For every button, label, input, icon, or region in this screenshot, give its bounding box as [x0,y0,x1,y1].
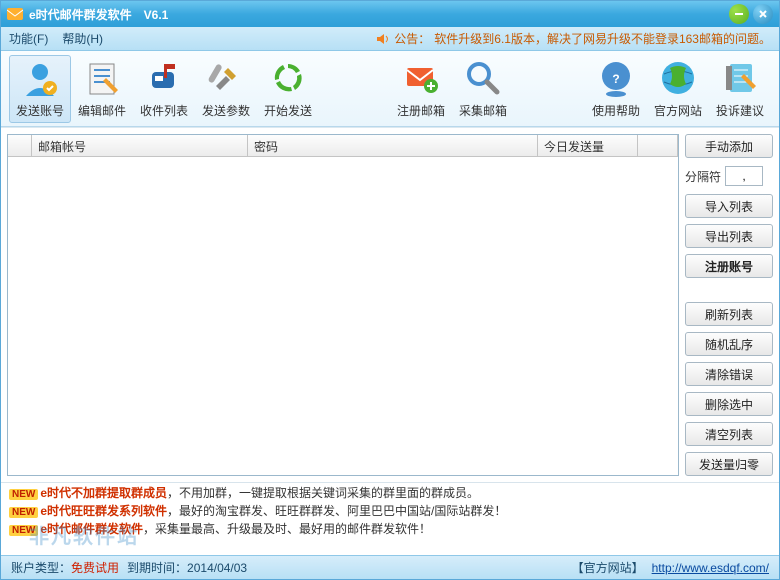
tool-send-params[interactable]: 发送参数 [195,55,257,123]
tool-label: 开始发送 [264,102,312,119]
delimiter-label: 分隔符 [685,168,721,185]
account-table: 邮箱帐号 密码 今日发送量 [7,134,679,476]
tool-label: 注册邮箱 [397,102,445,119]
btn-random-order[interactable]: 随机乱序 [685,332,773,356]
menu-help[interactable]: 帮助(H) [62,30,103,47]
tool-label: 官方网站 [654,102,702,119]
btn-clear-errors[interactable]: 清除错误 [685,362,773,386]
svg-text:?: ? [612,72,619,86]
help-icon: ? [596,58,636,98]
toolbar: 发送账号 编辑邮件 收件列表 发送参数 开始发送 注册邮箱 采集邮箱 ? [1,51,779,127]
close-button[interactable] [753,4,773,24]
titlebar[interactable]: e时代邮件群发软件 V6.1 [1,1,779,27]
tools-icon [206,58,246,98]
col-account[interactable]: 邮箱帐号 [32,135,248,156]
tool-label: 使用帮助 [592,102,640,119]
tool-label: 投诉建议 [716,102,764,119]
promo-area: NEWe时代不加群提取群成员，不用加群，一键提取根据关键词采集的群里面的群成员。… [1,482,779,555]
official-site-link[interactable]: http://www.esdqf.com/ [652,561,769,575]
promo-line1: NEWe时代不加群提取群成员，不用加群，一键提取根据关键词采集的群里面的群成员。 [9,485,771,503]
announce-text: 软件升级到6.1版本，解决了网易升级不能登录163邮箱的问题。 [434,30,771,47]
new-badge: NEW [9,489,38,500]
globe-icon [658,58,698,98]
mail-reg-icon [401,58,441,98]
btn-refresh-list[interactable]: 刷新列表 [685,302,773,326]
table-header: 邮箱帐号 密码 今日发送量 [8,135,678,157]
notebook-icon [720,58,760,98]
tool-label: 发送账号 [16,102,64,119]
col-today-sent[interactable]: 今日发送量 [538,135,638,156]
user-icon [20,58,60,98]
col-password[interactable]: 密码 [248,135,538,156]
search-icon [463,58,503,98]
table-body[interactable] [8,157,678,475]
recycle-icon [268,58,308,98]
delimiter-input[interactable] [725,166,763,186]
minimize-button[interactable] [729,4,749,24]
btn-clear-list[interactable]: 清空列表 [685,422,773,446]
announcement: 公告： 软件升级到6.1版本，解决了网易升级不能登录163邮箱的问题。 [376,30,771,47]
col-blank[interactable] [638,135,678,156]
btn-export-list[interactable]: 导出列表 [685,224,773,248]
menu-function[interactable]: 功能(F) [9,30,48,47]
side-panel: 手动添加 分隔符 导入列表 导出列表 注册账号 刷新列表 随机乱序 清除错误 删… [685,134,773,476]
tool-official-site[interactable]: 官方网站 [647,55,709,123]
app-icon [7,6,23,22]
app-window: e时代邮件群发软件 V6.1 功能(F) 帮助(H) 公告： 软件升级到6.1版… [0,0,780,580]
window-title: e时代邮件群发软件 V6.1 [29,6,729,23]
tool-edit-mail[interactable]: 编辑邮件 [71,55,133,123]
promo-line3: NEWe时代邮件群发软件，采集量最高、升级最及时、最好用的邮件群发软件！ [9,521,771,539]
official-site-label: 【官方网站】 [572,559,644,576]
announce-prefix: 公告： [394,30,430,47]
btn-delete-selected[interactable]: 删除选中 [685,392,773,416]
btn-import-list[interactable]: 导入列表 [685,194,773,218]
btn-reset-sent[interactable]: 发送量归零 [685,452,773,476]
tool-collect-mail[interactable]: 采集邮箱 [452,55,514,123]
tool-use-help[interactable]: ? 使用帮助 [585,55,647,123]
document-icon [82,58,122,98]
statusbar: 账户类型：免费试用 到期时间：2014/04/03 【官方网站】 http://… [1,555,779,579]
expire-time: 到期时间：2014/04/03 [127,559,247,576]
promo-line2: NEWe时代旺旺群发系列软件，最好的淘宝群发、旺旺群群发、阿里巴巴中国站/国际站… [9,503,771,521]
menubar: 功能(F) 帮助(H) 公告： 软件升级到6.1版本，解决了网易升级不能登录16… [1,27,779,51]
col-index[interactable] [8,135,32,156]
account-type: 账户类型：免费试用 [11,559,119,576]
mailbox-icon [144,58,184,98]
window-controls [729,4,773,24]
tool-complaint[interactable]: 投诉建议 [709,55,771,123]
btn-register-account[interactable]: 注册账号 [685,254,773,278]
tool-start-send[interactable]: 开始发送 [257,55,319,123]
tool-label: 采集邮箱 [459,102,507,119]
new-badge: NEW [9,507,38,518]
new-badge: NEW [9,525,38,536]
speaker-icon [376,32,390,46]
btn-manual-add[interactable]: 手动添加 [685,134,773,158]
tool-register-mail[interactable]: 注册邮箱 [390,55,452,123]
tool-recv-list[interactable]: 收件列表 [133,55,195,123]
tool-label: 发送参数 [202,102,250,119]
delimiter-row: 分隔符 [685,164,773,188]
tool-send-account[interactable]: 发送账号 [9,55,71,123]
main-area: 邮箱帐号 密码 今日发送量 手动添加 分隔符 导入列表 导出列表 注册账号 刷新… [1,127,779,482]
tool-label: 收件列表 [140,102,188,119]
tool-label: 编辑邮件 [78,102,126,119]
